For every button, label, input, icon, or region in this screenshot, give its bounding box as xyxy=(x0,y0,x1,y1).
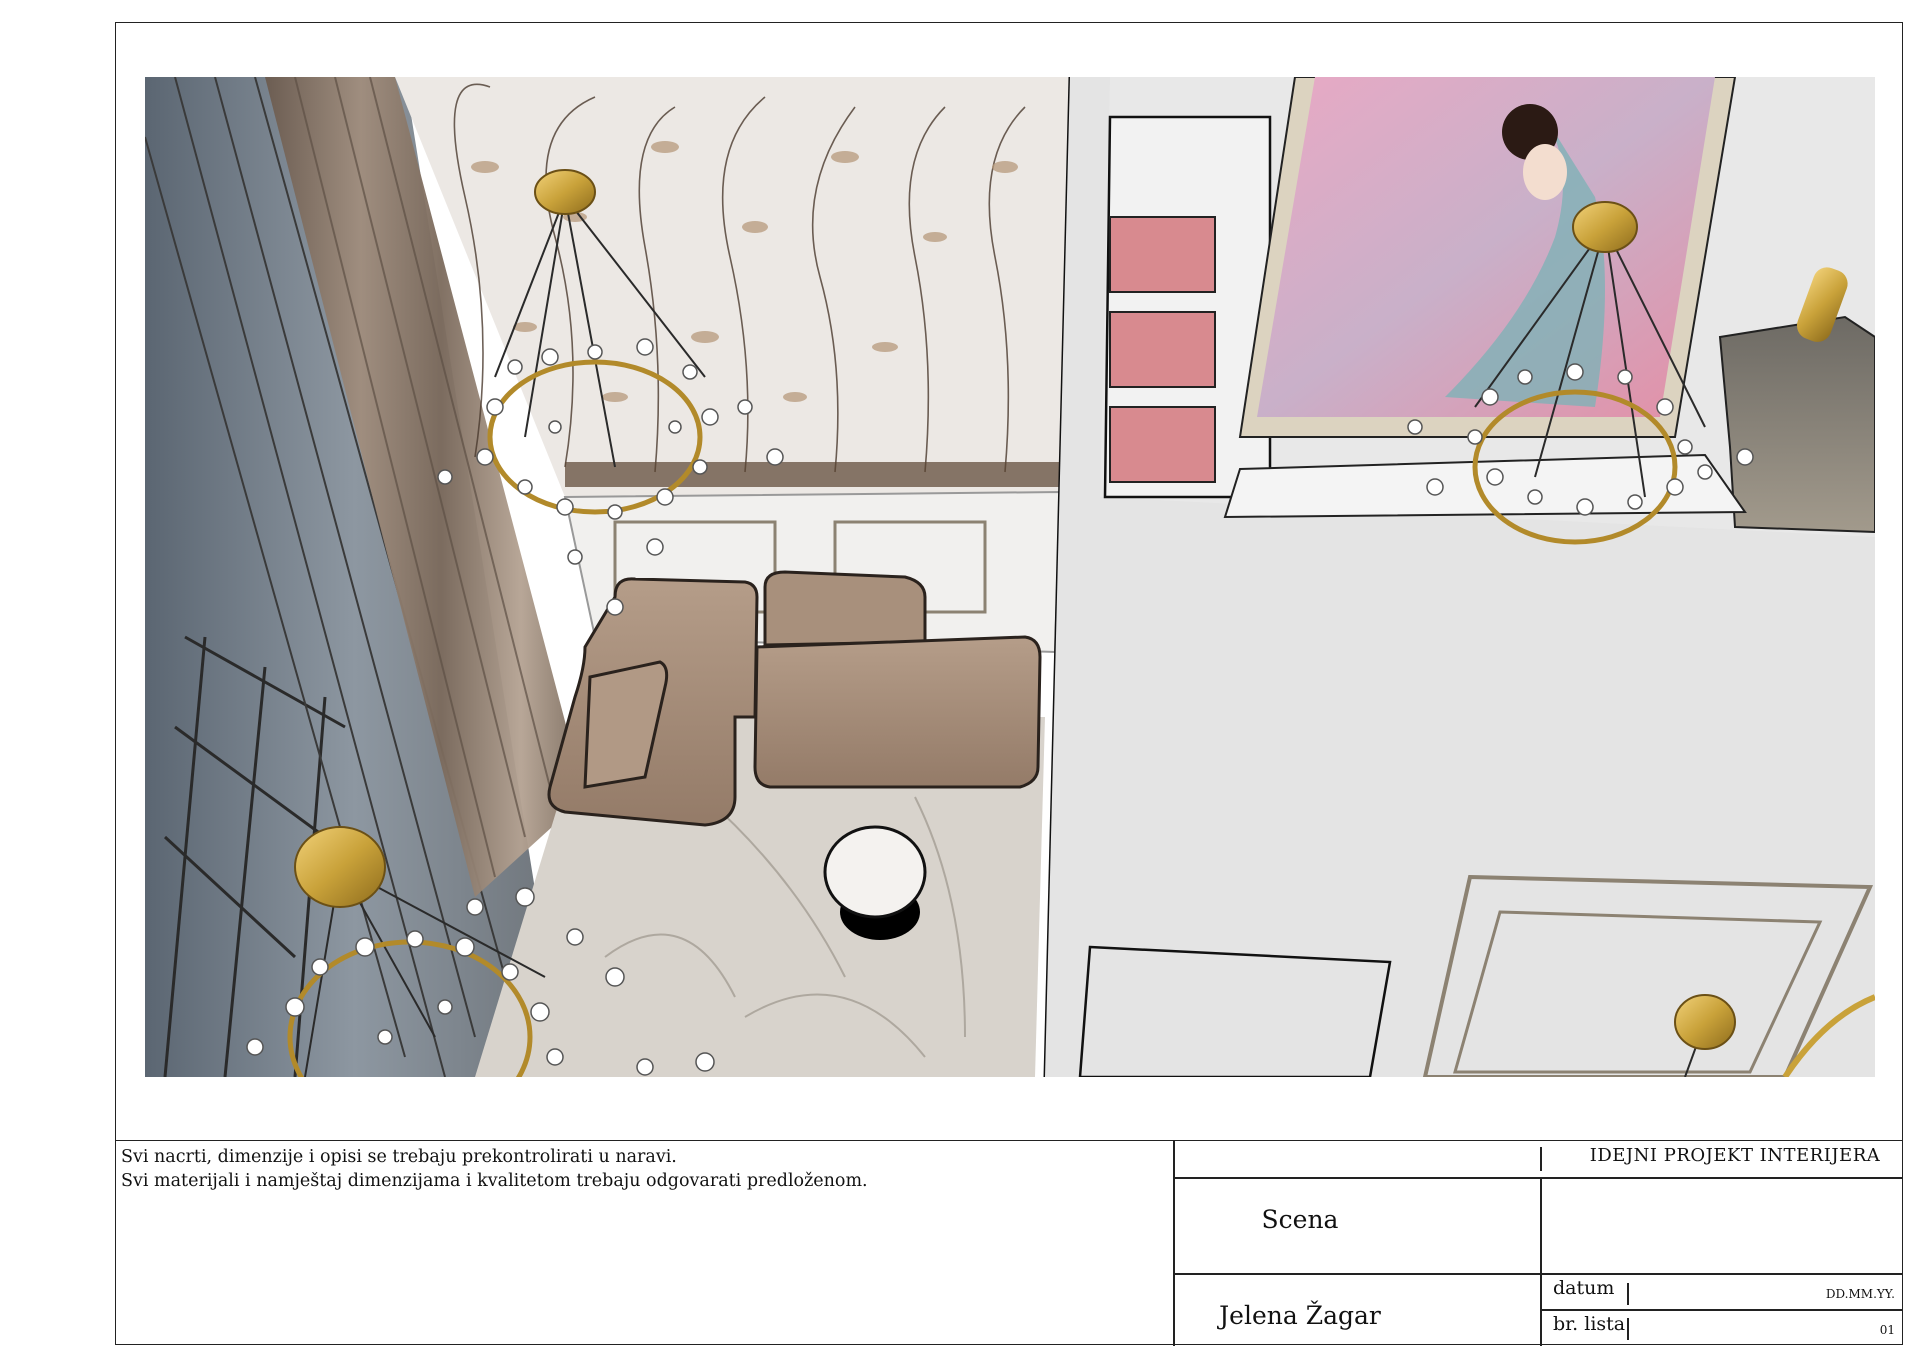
date-label: datum xyxy=(1553,1277,1615,1299)
title-block-divider-right xyxy=(1540,1177,1542,1346)
general-notes: Svi nacrti, dimenzije i opisi se trebaju… xyxy=(121,1145,868,1193)
project-title: IDEJNI PROJEKT INTERIJERA xyxy=(1589,1145,1881,1166)
sheet-tick xyxy=(1627,1318,1629,1340)
title-block-row-2 xyxy=(1173,1273,1903,1275)
title-block: Svi nacrti, dimenzije i opisi se trebaju… xyxy=(115,1140,1903,1346)
sheet-number-label: br. lista xyxy=(1553,1313,1626,1335)
date-tick xyxy=(1627,1283,1629,1305)
title-block-row-3 xyxy=(1540,1309,1903,1311)
author-name: Jelena Žagar xyxy=(1219,1301,1381,1330)
right-room xyxy=(1045,77,1875,1077)
interior-render-image xyxy=(145,77,1875,1077)
sheet-number-value: 01 xyxy=(1879,1323,1895,1337)
note-line-1: Svi nacrti, dimenzije i opisi se trebaju… xyxy=(121,1147,677,1167)
note-line-2: Svi materijali i namještaj dimenzijama i… xyxy=(121,1171,868,1191)
title-tick xyxy=(1540,1147,1542,1171)
title-block-row-1 xyxy=(1173,1177,1903,1179)
left-room xyxy=(145,77,1072,1077)
scene-label: Scena xyxy=(1261,1205,1339,1234)
date-value: DD.MM.YY. xyxy=(1825,1287,1895,1301)
